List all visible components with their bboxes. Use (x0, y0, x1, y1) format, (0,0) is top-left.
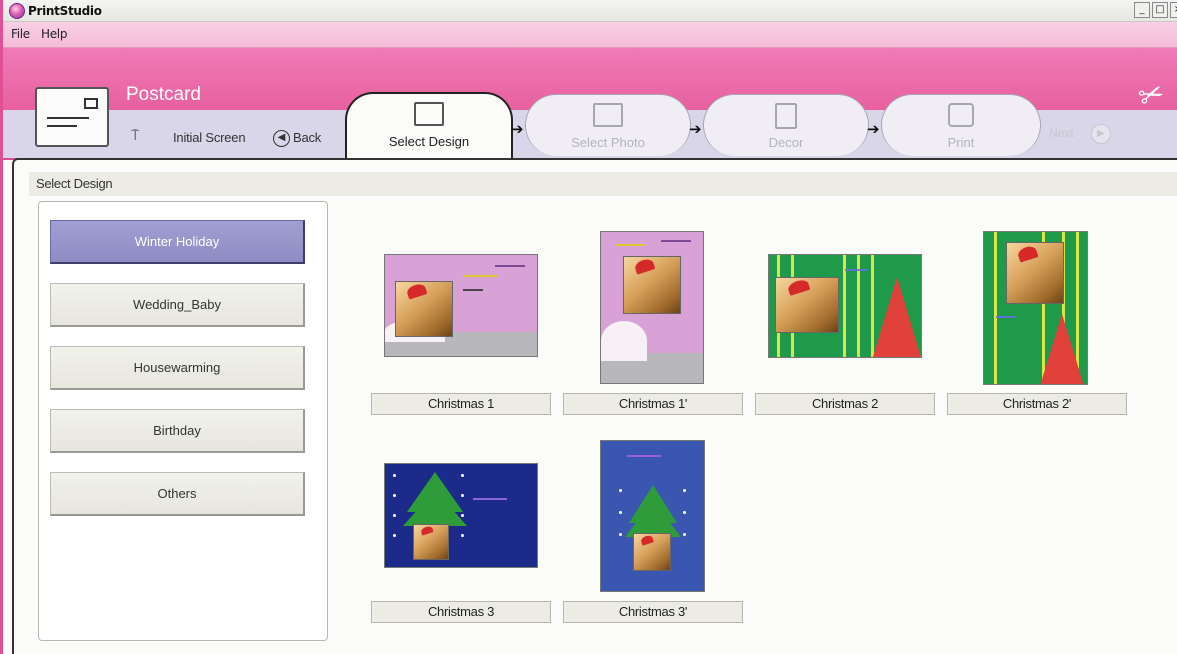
step-arrow-icon: ➔ (689, 120, 702, 138)
menu-help[interactable]: Help (41, 27, 67, 41)
greeting-text-mark (661, 240, 691, 242)
window-controls: _ □ × (1134, 2, 1177, 18)
next-icon[interactable]: ▶ (1091, 124, 1111, 144)
christmas-tree (625, 501, 681, 537)
initial-screen-link[interactable]: Initial Screen (173, 130, 246, 145)
design-label-christmas-2-portrait[interactable]: Christmas 2' (947, 393, 1127, 415)
design-thumbnail-christmas-1[interactable] (384, 254, 538, 357)
greeting-text-mark (996, 316, 1016, 318)
christmas-tree (1040, 314, 1084, 384)
design-label-christmas-1[interactable]: Christmas 1 (371, 393, 551, 415)
close-button[interactable]: × (1170, 2, 1177, 18)
design-thumbnail-christmas-1-portrait[interactable] (600, 231, 704, 384)
design-label-christmas-3[interactable]: Christmas 3 (371, 601, 551, 623)
tab-print[interactable]: Print (881, 94, 1041, 156)
greeting-text-mark (627, 455, 661, 457)
tab-label: Select Photo (571, 135, 645, 150)
back-link[interactable]: Back (293, 130, 321, 145)
dog-photo (395, 281, 453, 337)
address-line (47, 117, 89, 119)
initial-screen-icon[interactable]: ⍑ (131, 128, 139, 144)
postcard-icon (35, 87, 109, 147)
snow-dot (461, 494, 464, 497)
dog-photo (633, 533, 671, 571)
snow-dot (619, 511, 622, 514)
menu-file[interactable]: File (11, 27, 30, 41)
category-wedding-baby[interactable]: Wedding_Baby (50, 283, 305, 327)
app-title: PrintStudio (28, 4, 102, 18)
design-thumbnail-christmas-3-portrait[interactable] (600, 440, 705, 592)
design-label-christmas-1-portrait[interactable]: Christmas 1' (563, 393, 743, 415)
section-title: Select Design (36, 176, 113, 191)
tab-label: Decor (768, 135, 804, 150)
next-link[interactable]: Next (1049, 126, 1074, 140)
snow-dot (393, 494, 396, 497)
print-studio-app-icon (9, 3, 25, 19)
dog-photo (775, 277, 839, 333)
category-winter-holiday[interactable]: Winter Holiday (50, 220, 305, 264)
menu-bar: File Help (3, 22, 1177, 48)
minimize-button[interactable]: _ (1134, 2, 1150, 18)
stripe (994, 232, 997, 384)
christmas-tree (873, 277, 921, 357)
category-others[interactable]: Others (50, 472, 305, 516)
mode-title: Postcard (126, 84, 201, 105)
decor-icon (775, 103, 797, 129)
snow-dot (393, 514, 396, 517)
title-bar: PrintStudio _ □ × (3, 0, 1177, 22)
tab-label: Select Design (388, 134, 470, 149)
snow-dot (393, 534, 396, 537)
design-label-christmas-3-portrait[interactable]: Christmas 3' (563, 601, 743, 623)
snow-dot (683, 533, 686, 536)
dog-photo (623, 256, 681, 314)
greeting-text-mark (463, 275, 497, 277)
greeting-text-mark (495, 265, 525, 267)
tab-label: Print (947, 135, 975, 150)
step-arrow-icon: ➔ (511, 120, 524, 138)
snow-dot (461, 534, 464, 537)
design-thumbnail-christmas-2-portrait[interactable] (983, 231, 1088, 385)
dog-photo (1006, 242, 1064, 304)
print-studio-window: PrintStudio _ □ × File Help Postcard ⍑ I… (0, 0, 1177, 654)
select-photo-icon (593, 103, 623, 127)
snow-dot (461, 514, 464, 517)
design-label-christmas-2[interactable]: Christmas 2 (755, 393, 935, 415)
tab-select-design[interactable]: Select Design (345, 92, 513, 160)
snow-dot (461, 474, 464, 477)
section-header (29, 172, 1177, 196)
printer-icon (948, 103, 974, 127)
snow-dot (683, 489, 686, 492)
category-birthday[interactable]: Birthday (50, 409, 305, 453)
design-thumbnail-christmas-3[interactable] (384, 463, 538, 568)
select-design-icon (414, 102, 444, 126)
snow-dot (393, 474, 396, 477)
stamp-icon (84, 98, 98, 109)
maximize-button[interactable]: □ (1152, 2, 1168, 18)
design-thumbnail-christmas-2[interactable] (768, 254, 922, 358)
snow-dot (619, 533, 622, 536)
category-housewarming[interactable]: Housewarming (50, 346, 305, 390)
snow-dot (683, 511, 686, 514)
tab-select-photo[interactable]: Select Photo (525, 94, 691, 156)
greeting-text-mark (473, 498, 507, 500)
back-icon[interactable]: ◀ (273, 130, 290, 147)
christmas-tree (403, 490, 467, 526)
tab-decor[interactable]: Decor (703, 94, 869, 156)
snow-hill (601, 321, 647, 361)
dog-photo (413, 524, 449, 560)
snow-dot (619, 489, 622, 492)
address-line (47, 125, 77, 127)
step-arrow-icon: ➔ (867, 120, 880, 138)
greeting-text-mark (845, 269, 867, 271)
greeting-text-mark (463, 289, 483, 291)
greeting-text-mark (615, 244, 645, 246)
